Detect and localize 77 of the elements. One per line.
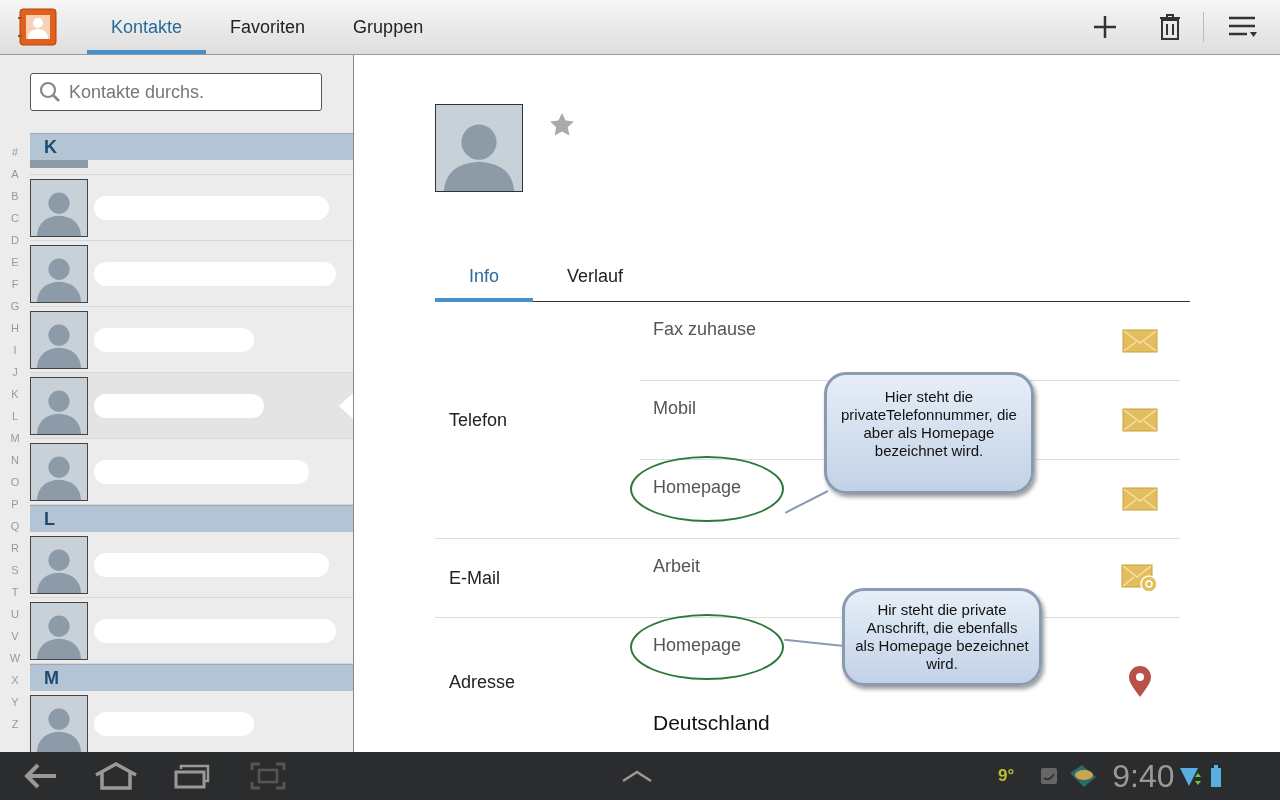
envelope-at-icon[interactable] <box>1121 563 1158 593</box>
field-type: Homepage <box>653 635 742 655</box>
index-letter[interactable]: V <box>11 625 19 647</box>
tab[interactable]: Favoriten <box>206 0 330 54</box>
index-letter[interactable]: P <box>11 493 19 515</box>
back-icon[interactable] <box>24 763 58 789</box>
avatar-placeholder <box>30 376 88 435</box>
index-letter[interactable]: S <box>11 559 19 581</box>
index-letter[interactable]: Q <box>10 515 20 537</box>
field-label: E-Mail <box>448 567 501 589</box>
envelope-icon[interactable] <box>1122 329 1158 353</box>
annotation-callout: Hier steht die privateTelefonnummer, die aber als Homepage bezeichnet wird. <box>824 372 1034 494</box>
section-header: M <box>30 664 353 691</box>
index-letter[interactable]: A <box>11 163 19 185</box>
index-letter[interactable]: U <box>11 603 19 625</box>
index-letter[interactable]: T <box>11 581 19 603</box>
avatar-placeholder <box>30 535 88 594</box>
add-icon[interactable] <box>1093 15 1117 39</box>
index-letter[interactable]: F <box>11 273 19 295</box>
envelope-icon[interactable] <box>1122 408 1158 432</box>
callout-pointer <box>784 638 845 647</box>
weather-temperature: 9° <box>998 766 1015 786</box>
index-letter[interactable]: H <box>11 317 19 339</box>
index-letter[interactable]: G <box>10 295 20 317</box>
screenshot-icon[interactable] <box>250 762 286 790</box>
recent-apps-icon[interactable] <box>174 763 210 789</box>
index-letter[interactable]: # <box>11 141 19 163</box>
envelope-icon[interactable] <box>1122 487 1158 511</box>
avatar-placeholder <box>30 160 88 168</box>
index-letter[interactable]: B <box>11 185 19 207</box>
contact-row[interactable] <box>30 373 353 439</box>
index-letter[interactable]: Y <box>11 691 19 713</box>
avatar-placeholder <box>30 244 88 303</box>
field-type: Fax zuhause <box>653 319 757 339</box>
notification-icon[interactable] <box>1040 767 1059 785</box>
clock: 9:40 <box>1112 757 1175 795</box>
field-type: Arbeit <box>653 556 701 576</box>
section-header: L <box>30 505 353 532</box>
avatar-placeholder <box>30 178 88 237</box>
index-letter[interactable]: D <box>11 229 19 251</box>
battery-icon <box>1210 765 1221 787</box>
index-letter[interactable]: W <box>9 647 21 669</box>
section-header: K <box>30 133 353 160</box>
tab[interactable]: Gruppen <box>329 0 448 54</box>
index-letter[interactable]: N <box>11 449 19 471</box>
search-icon <box>39 81 61 103</box>
index-letter[interactable]: J <box>12 361 18 383</box>
tab[interactable]: Verlauf <box>533 254 657 302</box>
index-letter[interactable]: K <box>11 383 19 405</box>
address-value: Deutschland <box>653 711 770 735</box>
annotation-callout: Hir steht die private Anschrift, die ebenfalls als Homepage bezeichnet wird. <box>842 588 1042 686</box>
contacts-app-icon[interactable] <box>18 8 58 46</box>
avatar-placeholder <box>30 310 88 369</box>
star-icon[interactable] <box>549 112 575 137</box>
tab[interactable]: Info <box>435 254 533 302</box>
index-letter[interactable]: C <box>11 207 19 229</box>
contact-photo-placeholder[interactable] <box>435 104 523 192</box>
home-icon[interactable] <box>94 762 138 790</box>
index-letter[interactable]: Z <box>11 713 19 735</box>
chevron-up-icon[interactable] <box>621 769 653 783</box>
index-letter[interactable]: R <box>11 537 19 559</box>
index-letter[interactable]: M <box>10 427 20 449</box>
field-type: Mobil <box>653 398 696 418</box>
field-label: Adresse <box>448 671 517 693</box>
menu-icon[interactable] <box>1228 15 1258 39</box>
search-field[interactable]: Kontakte durchs. <box>30 73 322 111</box>
index-letter[interactable]: X <box>11 669 19 691</box>
field-label: Telefon <box>448 409 509 431</box>
map-pin-icon[interactable] <box>1128 666 1152 698</box>
index-letter[interactable]: L <box>11 405 19 427</box>
index-letter[interactable]: E <box>11 251 19 273</box>
field-type: Homepage <box>653 477 742 497</box>
avatar-placeholder <box>30 601 88 660</box>
delete-icon[interactable] <box>1159 14 1181 40</box>
index-letter[interactable]: O <box>10 471 20 493</box>
avatar-placeholder <box>30 442 88 501</box>
avatar-placeholder <box>30 694 88 752</box>
